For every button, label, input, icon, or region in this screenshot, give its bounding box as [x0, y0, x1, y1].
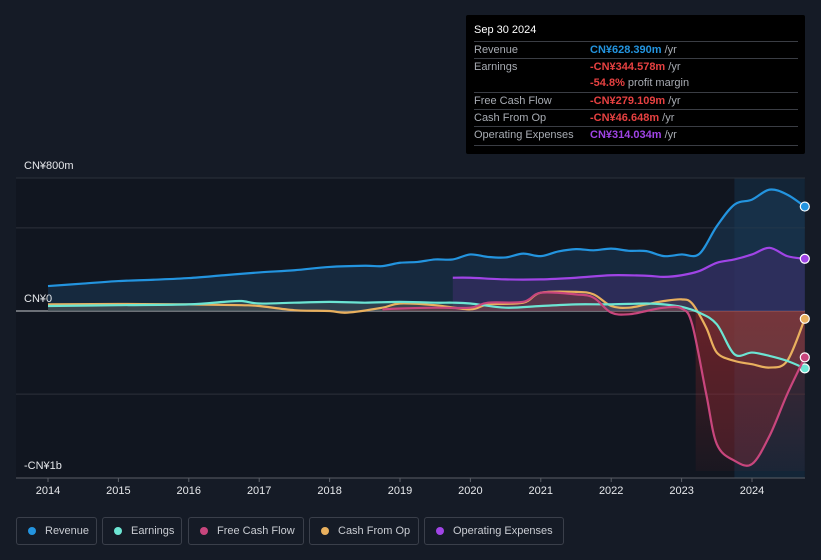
plot-area	[16, 178, 805, 478]
tooltip-value-text: -CN¥46.648m	[590, 112, 660, 124]
tooltip-row-earnings: Earnings -CN¥344.578m /yr	[474, 58, 798, 76]
tooltip-label: Earnings	[474, 61, 518, 73]
tooltip-unit: profit margin	[627, 77, 690, 89]
legend-item-operating-expenses[interactable]: Operating Expenses	[424, 517, 564, 545]
x-tick-label: 2022	[598, 485, 624, 497]
legend-dot-icon	[436, 527, 444, 535]
y-tick-label-800m: CN¥800m	[24, 160, 74, 172]
tooltip-date: Sep 30 2024	[474, 24, 537, 36]
legend-item-cash-from-op[interactable]: Cash From Op	[309, 517, 419, 545]
end-marker-operating-expenses	[799, 253, 810, 264]
x-tick-label: 2015	[106, 485, 131, 497]
y-tick-label-neg-1b: -CN¥1b	[24, 460, 62, 472]
end-marker-cash-from-op	[799, 313, 810, 324]
tooltip-value: CN¥628.390m /yr	[590, 44, 677, 56]
tooltip-value: CN¥314.034m /yr	[590, 129, 677, 141]
tooltip-label: Revenue	[474, 44, 519, 56]
legend-dot-icon	[114, 527, 122, 535]
tooltip-unit: /yr	[664, 129, 677, 141]
x-tick-label: 2021	[528, 485, 554, 497]
x-tick-label: 2023	[669, 485, 694, 497]
tooltip-value-text: CN¥628.390m	[590, 44, 662, 56]
tooltip-unit: /yr	[664, 44, 677, 56]
end-marker-free-cash-flow	[799, 352, 810, 363]
y-tick-label-0: CN¥0	[24, 293, 53, 305]
tooltip-value-text: -54.8%	[590, 77, 625, 89]
tooltip-value: -CN¥46.648m /yr	[590, 112, 674, 124]
tooltip-divider	[474, 145, 798, 146]
x-tick-label: 2020	[458, 485, 483, 497]
tooltip-label: Cash From Op	[474, 112, 547, 124]
x-tick-label: 2014	[35, 485, 61, 497]
legend-label: Operating Expenses	[453, 525, 553, 537]
legend-item-earnings[interactable]: Earnings	[102, 517, 182, 545]
tooltip-unit: /yr	[668, 61, 681, 73]
tooltip-row-cash-from-op: Cash From Op -CN¥46.648m /yr	[474, 109, 798, 127]
tooltip-value-text: CN¥314.034m	[590, 129, 662, 141]
tooltip-unit: /yr	[662, 112, 675, 124]
legend-label: Free Cash Flow	[217, 525, 295, 537]
tooltip-value-text: -CN¥344.578m	[590, 61, 666, 73]
tooltip-label: Operating Expenses	[474, 129, 574, 141]
x-tick-label: 2017	[246, 485, 272, 497]
x-tick-label: 2016	[176, 485, 202, 497]
tooltip-value: -CN¥279.109m /yr	[590, 95, 681, 107]
legend-item-revenue[interactable]: Revenue	[16, 517, 97, 545]
end-marker-revenue	[799, 201, 810, 212]
tooltip-row-operating-expenses: Operating Expenses CN¥314.034m /yr	[474, 126, 798, 144]
x-tick-label: 2019	[387, 485, 413, 497]
tooltip-unit: /yr	[668, 95, 681, 107]
x-tick-label: 2018	[317, 485, 342, 497]
tooltip-row-profit-margin: -54.8% profit margin	[474, 75, 798, 92]
legend-label: Revenue	[45, 525, 90, 537]
legend-item-free-cash-flow[interactable]: Free Cash Flow	[188, 517, 304, 545]
x-tick-label: 2024	[739, 485, 765, 497]
legend-label: Cash From Op	[338, 525, 411, 537]
tooltip-label: Free Cash Flow	[474, 95, 552, 107]
tooltip-panel: Sep 30 2024 Revenue CN¥628.390m /yr Earn…	[466, 15, 805, 154]
legend-dot-icon	[28, 527, 36, 535]
tooltip-row-free-cash-flow: Free Cash Flow -CN¥279.109m /yr	[474, 92, 798, 110]
tooltip-row-revenue: Revenue CN¥628.390m /yr	[474, 41, 798, 59]
legend-label: Earnings	[131, 525, 175, 537]
tooltip-value: -54.8% profit margin	[590, 77, 689, 89]
legend-dot-icon	[200, 527, 208, 535]
tooltip-value-text: -CN¥279.109m	[590, 95, 666, 107]
legend-dot-icon	[321, 527, 329, 535]
tooltip-value: -CN¥344.578m /yr	[590, 61, 681, 73]
